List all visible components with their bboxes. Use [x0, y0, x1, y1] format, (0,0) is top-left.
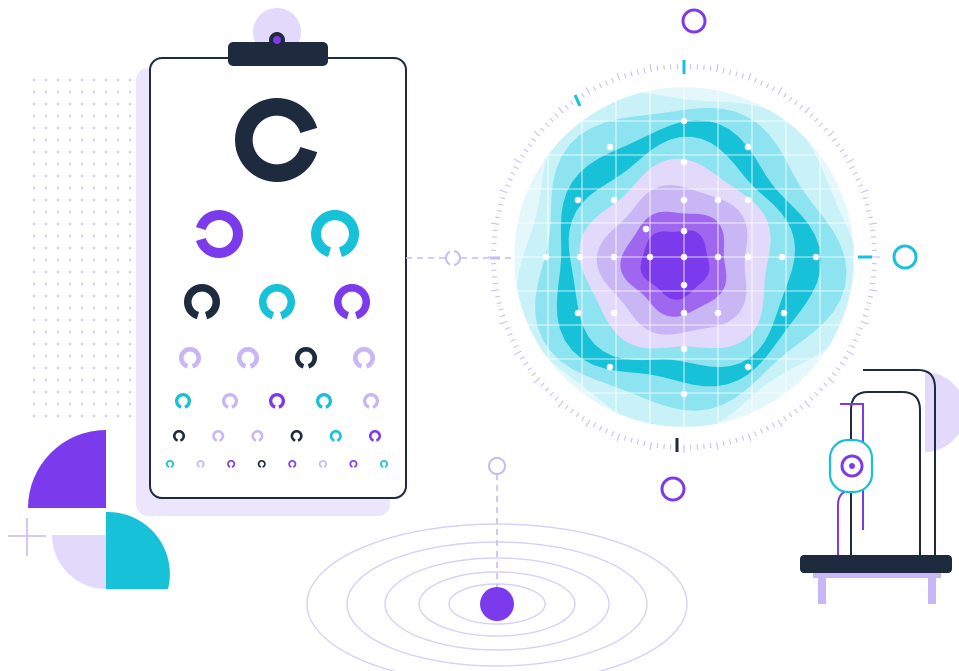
dot-grid-icon [32, 78, 132, 418]
visual-field-map [450, 8, 918, 502]
eye-chart-clipboard [136, 8, 407, 516]
handle-top-icon [681, 8, 707, 34]
eye-exam-illustration [0, 0, 959, 671]
ophthalmoscope-icon [800, 369, 959, 604]
handle-right-icon [892, 244, 918, 270]
handle-bottom-icon [660, 476, 686, 502]
crosshair-icon [8, 518, 46, 556]
